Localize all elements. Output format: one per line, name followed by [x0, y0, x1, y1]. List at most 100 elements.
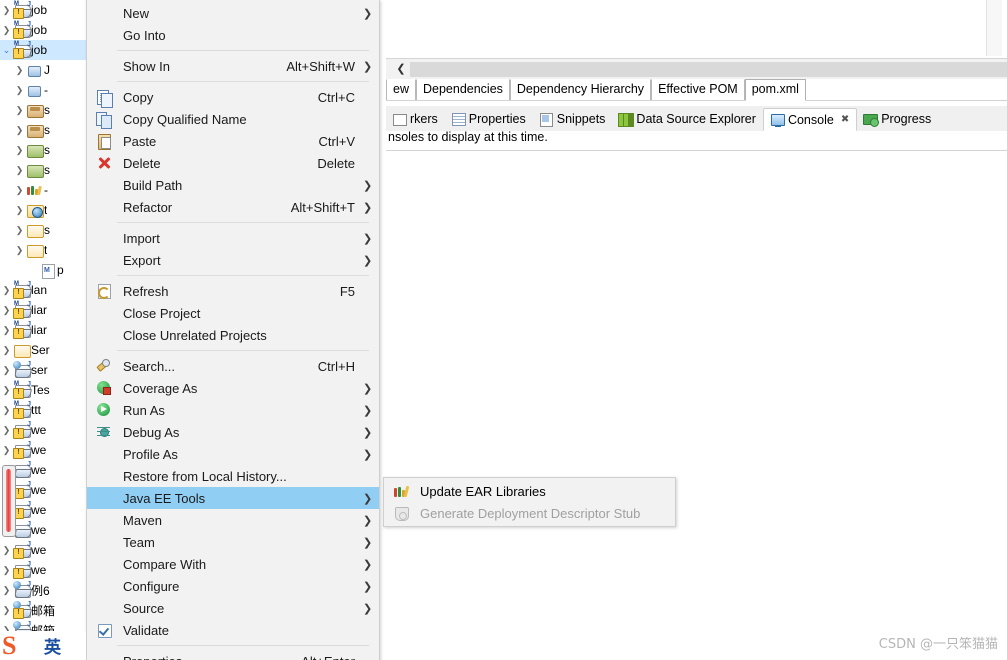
menu-item-refresh[interactable]: Refresh F5 [87, 280, 379, 302]
menu-item-team[interactable]: Team ❯ [87, 531, 379, 553]
tree-item[interactable]: ❯ M J! liar [0, 320, 86, 340]
tree-item[interactable]: ❯ t [0, 240, 86, 260]
menu-item-show-in[interactable]: Show In Alt+Shift+W ❯ [87, 55, 379, 77]
pom-editor-tabs[interactable]: ew Dependencies Dependency Hierarchy Effect… [386, 79, 1007, 101]
tree-item[interactable]: ❯J!we [0, 560, 86, 580]
chevron-right-icon[interactable]: ❯ [0, 400, 13, 420]
menu-item-profile-as[interactable]: Profile As ❯ [87, 443, 379, 465]
tree-item[interactable]: ❯ Ser [0, 340, 86, 360]
chevron-right-icon[interactable]: ❯ [13, 180, 26, 200]
chevron-right-icon[interactable]: ❯ [13, 160, 26, 180]
editor-tab-effective-pom[interactable]: Effective POM [651, 79, 745, 100]
menu-item-close-unrelated-projects[interactable]: Close Unrelated Projects [87, 324, 379, 346]
tree-item[interactable]: ❯J!we [0, 440, 86, 460]
editor-tab-dependencies[interactable]: Dependencies [415, 79, 510, 100]
chevron-right-icon[interactable]: ❯ [0, 360, 13, 380]
chevron-right-icon[interactable]: ❯ [0, 380, 13, 400]
bottom-view-tabs[interactable]: rkers Properties Snippets Data Source Explo… [386, 105, 1007, 131]
tree-item[interactable]: ⌄ M J! job [0, 40, 86, 60]
chevron-right-icon[interactable]: ❯ [0, 0, 13, 20]
tree-item[interactable]: ❯ M J! lan [0, 280, 86, 300]
menu-item-go-into[interactable]: Go Into [87, 24, 379, 46]
chevron-right-icon[interactable]: ❯ [0, 440, 13, 460]
view-tab-progress[interactable]: Progress [857, 109, 938, 128]
tree-item[interactable]: ❯ - [0, 80, 86, 100]
chevron-right-icon[interactable]: ❯ [13, 240, 26, 260]
view-tab-rkers[interactable]: rkers [386, 109, 445, 128]
chevron-right-icon[interactable]: ❯ [0, 540, 13, 560]
tree-item[interactable]: ❯ M J! ttt [0, 400, 86, 420]
menu-item-source[interactable]: Source ❯ [87, 597, 379, 619]
chevron-right-icon[interactable]: ❯ [13, 140, 26, 160]
menu-item-refactor[interactable]: Refactor Alt+Shift+T ❯ [87, 196, 379, 218]
menu-item-properties[interactable]: Properties Alt+Enter [87, 650, 379, 660]
editor-tab-ew[interactable]: ew [386, 79, 416, 100]
menu-item-restore-from-local-history[interactable]: Restore from Local History... [87, 465, 379, 487]
menu-item-debug-as[interactable]: Debug As ❯ [87, 421, 379, 443]
chevron-right-icon[interactable]: ❯ [13, 100, 26, 120]
menu-item-import[interactable]: Import ❯ [87, 227, 379, 249]
menu-item-delete[interactable]: Delete Delete [87, 152, 379, 174]
menu-item-maven[interactable]: Maven ❯ [87, 509, 379, 531]
menu-item-close-project[interactable]: Close Project [87, 302, 379, 324]
chevron-right-icon[interactable]: ❯ [0, 20, 13, 40]
tree-item[interactable]: ❯ M J! job [0, 20, 86, 40]
editor-tab-pom-xml[interactable]: pom.xml [744, 79, 806, 101]
chevron-right-icon[interactable]: ❯ [13, 200, 26, 220]
tree-item[interactable]: ❯ M J! liar [0, 300, 86, 320]
tree-item[interactable]: ❯ s [0, 220, 86, 240]
tree-item[interactable]: ❯ J 例6 [0, 580, 86, 600]
view-tab-console[interactable]: Console ✖ [762, 108, 858, 131]
view-tab-properties[interactable]: Properties [445, 109, 533, 128]
menu-item-export[interactable]: Export ❯ [87, 249, 379, 271]
tree-item[interactable]: ❯ s [0, 140, 86, 160]
editor-tab-dependency-hierarchy[interactable]: Dependency Hierarchy [509, 79, 652, 100]
chevron-right-icon[interactable]: ❯ [0, 560, 13, 580]
chevron-right-icon[interactable]: ❯ [13, 80, 26, 100]
chevron-right-icon[interactable]: ❯ [0, 600, 13, 620]
tree-item[interactable]: ❯ t [0, 200, 86, 220]
tree-item[interactable]: ❯ s [0, 100, 86, 120]
tree-item[interactable]: ❯ Jser [0, 360, 86, 380]
chevron-right-icon[interactable]: ❯ [0, 420, 13, 440]
package-explorer-tree[interactable]: ❯ M J! job ❯ M J! job ⌄ M J! job ❯ J ❯ - ❯ s ❯ s ❯ s ❯ s ❯ - ❯ t ❯ s ❯… [0, 0, 86, 660]
menu-item-update-ear-libraries[interactable]: Update EAR Libraries [384, 480, 675, 502]
chevron-right-icon[interactable]: ❯ [0, 580, 13, 600]
editor-vertical-scrollbar[interactable] [986, 0, 1002, 56]
chevron-right-icon[interactable]: ❯ [13, 60, 26, 80]
chevron-right-icon[interactable]: ❯ [0, 320, 13, 340]
scrollbar-thumb[interactable] [6, 469, 11, 532]
menu-item-validate[interactable]: Validate [87, 619, 379, 641]
menu-item-paste[interactable]: Paste Ctrl+V [87, 130, 379, 152]
tree-item[interactable]: Mp [0, 260, 86, 280]
chevron-right-icon[interactable]: ❯ [13, 220, 26, 240]
tree-item[interactable]: ❯J!we [0, 540, 86, 560]
chevron-right-icon[interactable]: ❯ [0, 280, 13, 300]
menu-item-compare-with[interactable]: Compare With ❯ [87, 553, 379, 575]
ime-mode-label[interactable]: 英 [44, 633, 61, 658]
tree-item[interactable]: ❯J!we [0, 420, 86, 440]
tree-item[interactable]: ❯ M J! job [0, 0, 86, 20]
chevron-right-icon[interactable]: ❯ [13, 120, 26, 140]
chevron-left-icon[interactable]: ❮ [394, 62, 408, 77]
tree-item[interactable]: ❯ s [0, 120, 86, 140]
tree-vertical-scrollbar[interactable] [2, 465, 16, 537]
menu-item-java-ee-tools[interactable]: Java EE Tools ❯ [87, 487, 379, 509]
menu-item-run-as[interactable]: Run As ❯ [87, 399, 379, 421]
close-icon[interactable]: ✖ [841, 114, 849, 125]
tree-item[interactable]: ❯ s [0, 160, 86, 180]
chevron-down-icon[interactable]: ⌄ [0, 40, 13, 60]
menu-item-coverage-as[interactable]: Coverage As ❯ [87, 377, 379, 399]
tree-item[interactable]: ❯ M J! Tes [0, 380, 86, 400]
chevron-right-icon[interactable]: ❯ [0, 340, 13, 360]
menu-item-copy-qualified-name[interactable]: Copy Qualified Name [87, 108, 379, 130]
menu-item-build-path[interactable]: Build Path ❯ [87, 174, 379, 196]
menu-item-copy[interactable]: Copy Ctrl+C [87, 86, 379, 108]
project-context-menu[interactable]: New ❯ Go Into Show In Alt+Shift+W ❯ Copy Ctrl+C… [86, 0, 380, 660]
tree-item[interactable]: ❯ J [0, 60, 86, 80]
tree-item[interactable]: ❯ J! 邮箱 [0, 600, 86, 620]
tree-item[interactable]: ❯ - [0, 180, 86, 200]
java-ee-tools-submenu[interactable]: Update EAR Libraries Generate Deployment … [383, 477, 676, 527]
view-tab-data-source-explorer[interactable]: Data Source Explorer [612, 109, 763, 128]
menu-item-search[interactable]: Search... Ctrl+H [87, 355, 379, 377]
